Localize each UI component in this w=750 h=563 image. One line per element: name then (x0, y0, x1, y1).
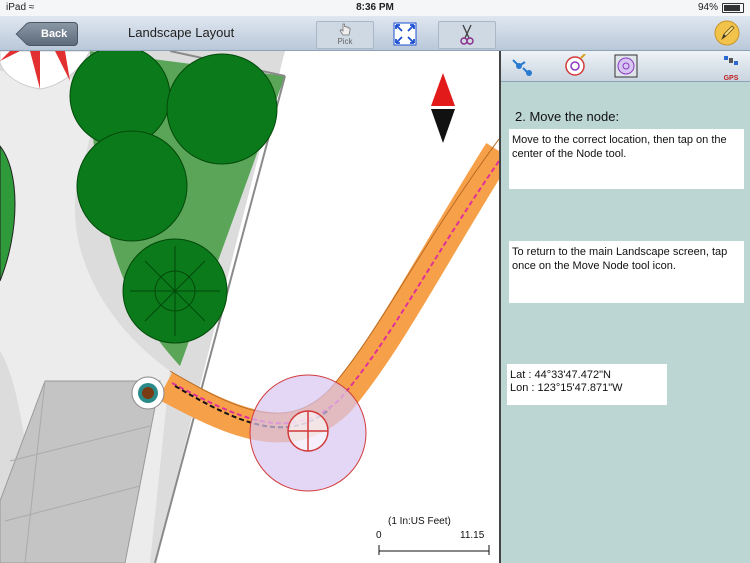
scissors-icon (460, 24, 474, 45)
cut-button[interactable] (438, 21, 496, 49)
battery-icon (722, 2, 744, 13)
instruction-box-2: To return to the main Landscape screen, … (509, 241, 744, 303)
nav-bar: Back Landscape Layout Pick (0, 16, 750, 51)
step-title: 2. Move the node: (515, 109, 620, 124)
node-marker-core (142, 387, 154, 399)
node-tool-icon[interactable] (613, 54, 639, 78)
panel-toolbar: GPS (501, 51, 750, 82)
north-arrow-icon (431, 109, 455, 143)
satellite-icon (724, 56, 738, 65)
expand-icon (393, 22, 417, 46)
instruction-box-1: Move to the correct location, then tap o… (509, 129, 744, 189)
scale-start: 0 (376, 530, 382, 541)
fit-extent-button[interactable] (384, 21, 424, 47)
back-button[interactable]: Back (26, 22, 79, 46)
tool-panel: GPS 2. Move the node: Move to the correc… (499, 51, 750, 563)
battery-percent: 94% (697, 2, 718, 13)
latitude: Lat : 44°33'47.472"N (510, 369, 611, 381)
map-canvas[interactable]: (1 In:US Feet) 0 11.15 (0, 51, 499, 563)
scale-end: 11.15 (460, 530, 485, 541)
landscape-drawing (0, 51, 499, 563)
status-right: 94% (698, 2, 744, 13)
pick-label: Pick (337, 37, 353, 46)
longitude: Lon : 123°15'47.871"W (510, 382, 623, 394)
scale-units: (1 In:US Feet) (388, 516, 451, 527)
pencil-icon[interactable] (714, 20, 740, 46)
hand-pointer-icon (339, 23, 351, 36)
gps-button[interactable]: GPS (719, 55, 743, 82)
status-bar: iPad ≈ 8:36 PM 94% (0, 0, 750, 16)
coordinates-box: Lat : 44°33'47.472"N Lon : 123°15'47.871… (507, 364, 667, 405)
move-node-tool-icon[interactable] (509, 54, 535, 78)
status-time: 8:36 PM (356, 2, 394, 13)
north-arrow-icon (431, 73, 455, 106)
gps-label: GPS (723, 75, 739, 82)
target-tool-icon[interactable] (563, 54, 589, 78)
pick-button[interactable]: Pick (316, 21, 374, 49)
back-button-label: Back (41, 28, 68, 40)
page-title: Landscape Layout (128, 25, 235, 40)
